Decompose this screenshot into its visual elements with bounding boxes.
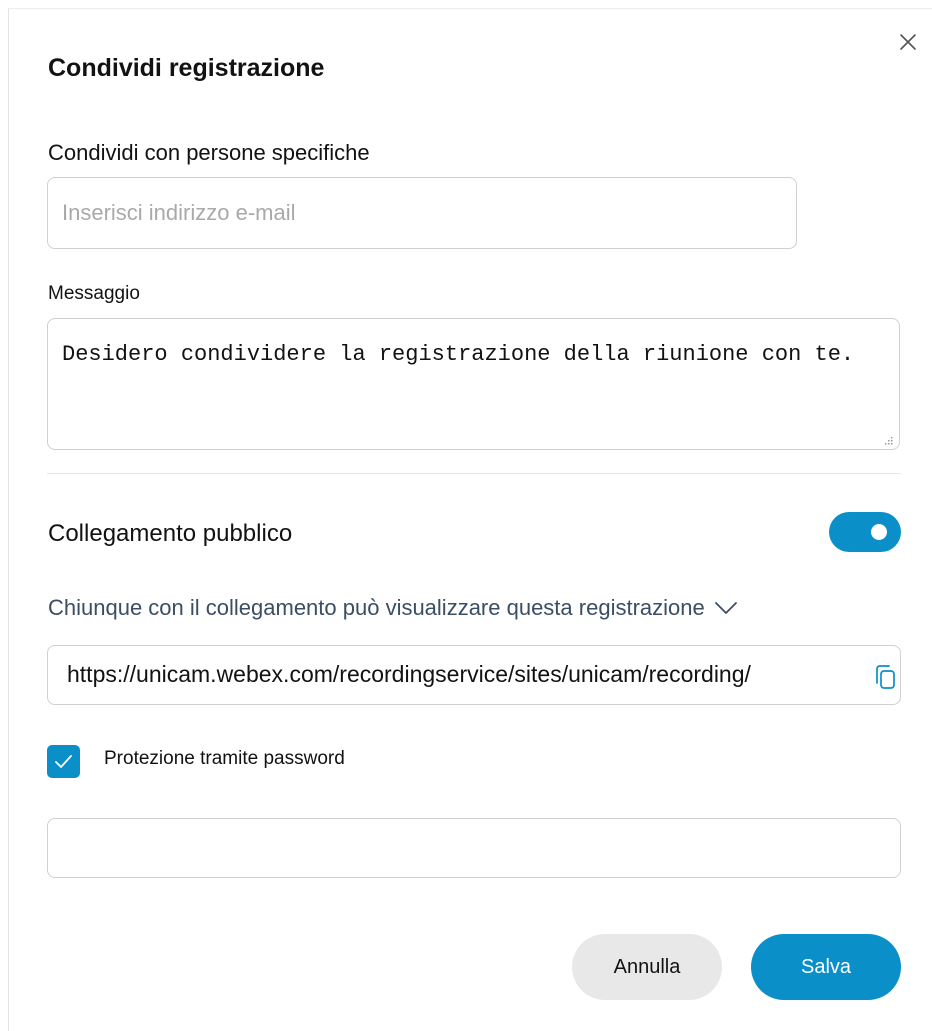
- access-dropdown-label: Chiunque con il collegamento può visuali…: [48, 595, 705, 620]
- resize-grip-icon[interactable]: [883, 435, 893, 445]
- chevron-down-icon: [714, 602, 737, 614]
- dialog-title: Condividi registrazione: [48, 54, 325, 82]
- cancel-button[interactable]: Annulla: [572, 934, 722, 1000]
- access-dropdown[interactable]: Chiunque con il collegamento può visuali…: [48, 593, 739, 623]
- public-link-toggle[interactable]: [829, 512, 901, 552]
- email-input[interactable]: [47, 177, 797, 249]
- share-people-label: Condividi con persone specifiche: [48, 140, 370, 165]
- dialog-left-border: [8, 8, 9, 1031]
- public-link-url: https://unicam.webex.com/recordingservic…: [67, 661, 751, 687]
- section-divider: [47, 473, 901, 474]
- save-button[interactable]: Salva: [751, 934, 901, 1000]
- toggle-knob: [871, 524, 887, 540]
- public-link-url-field[interactable]: https://unicam.webex.com/recordingservic…: [47, 645, 901, 705]
- password-input[interactable]: [47, 818, 901, 878]
- message-textarea[interactable]: Desidero condividere la registrazione de…: [47, 318, 900, 450]
- copy-icon[interactable]: [872, 663, 898, 691]
- message-text: Desidero condividere la registrazione de…: [62, 342, 855, 367]
- password-protection-label: Protezione tramite password: [104, 748, 345, 769]
- message-label: Messaggio: [48, 283, 140, 304]
- close-icon: [900, 34, 916, 50]
- password-protection-checkbox[interactable]: [47, 745, 80, 778]
- dialog-top-border: [8, 8, 932, 9]
- close-button[interactable]: [896, 30, 920, 54]
- public-link-label: Collegamento pubblico: [48, 520, 293, 547]
- checkmark-icon: [55, 755, 72, 768]
- share-recording-dialog: Condividi registrazione Condividi con pe…: [0, 0, 932, 1031]
